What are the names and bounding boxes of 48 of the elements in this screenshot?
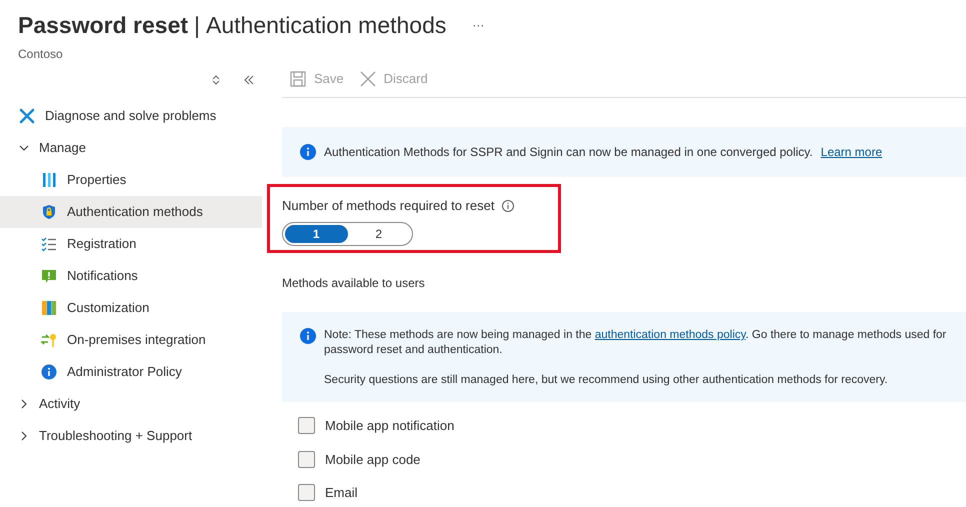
- sync-key-icon: [41, 332, 57, 348]
- sort-icon[interactable]: [212, 75, 220, 85]
- chevron-icon: [19, 431, 29, 441]
- info-icon: [41, 364, 57, 380]
- nav-item[interactable]: Administrator Policy: [0, 356, 262, 388]
- nav-group[interactable]: Manage: [0, 132, 262, 164]
- nav-item[interactable]: Customization: [0, 292, 262, 324]
- nav-item[interactable]: Diagnose and solve problems: [0, 100, 262, 132]
- nav-group[interactable]: Troubleshooting + Support: [0, 420, 262, 452]
- collapse-icon[interactable]: [244, 75, 254, 85]
- segment-option[interactable]: 1: [285, 224, 348, 242]
- page-subtitle: Authentication methods: [206, 11, 446, 40]
- title-separator: |: [194, 11, 200, 40]
- info-icon: [300, 144, 316, 160]
- field-label: Number of methods required to reset: [282, 197, 494, 215]
- checkbox[interactable]: [298, 417, 315, 434]
- nav-item[interactable]: Notifications: [0, 260, 262, 292]
- checkbox-label: Mobile app notification: [325, 417, 454, 435]
- checklist-icon: [41, 236, 57, 252]
- segment-option[interactable]: 2: [348, 224, 410, 242]
- shield-lock-icon: [41, 204, 57, 220]
- checkbox-label: Email: [325, 484, 358, 502]
- nav-group[interactable]: Activity: [0, 388, 262, 420]
- nav-item[interactable]: On-premises integration: [0, 324, 262, 356]
- nav-item[interactable]: Properties: [0, 164, 262, 196]
- learn-more-link[interactable]: Learn more: [820, 143, 882, 161]
- close-icon: [360, 70, 376, 86]
- policy-link[interactable]: authentication methods policy: [594, 329, 746, 341]
- info-icon: [300, 328, 316, 344]
- checkbox[interactable]: [298, 484, 315, 502]
- page-title: Password reset: [18, 11, 188, 40]
- info-outline-icon: [502, 200, 514, 212]
- notification-icon: [41, 268, 57, 284]
- note-text: Security questions are still managed here, but we recommend using other authentication methods for recovery.: [324, 373, 889, 388]
- nav-item[interactable]: Registration: [0, 228, 262, 260]
- columns-icon: [41, 300, 57, 316]
- bars-icon: [41, 172, 57, 188]
- note-text: Note: These methods are now being managed in the authentication methods policy. Go there to manage methods used for password reset and authentication.: [324, 328, 948, 358]
- chevron-icon: [19, 399, 29, 409]
- banner-text: Authentication Methods for SSPR and Signin can now be managed in one converged policy.: [324, 144, 813, 161]
- checkbox[interactable]: [298, 450, 315, 468]
- chevron-icon: [19, 143, 29, 153]
- section-heading: Methods available to users: [282, 275, 426, 292]
- checkbox-label: Mobile app code: [325, 450, 420, 469]
- org-name: Contoso: [18, 46, 64, 62]
- nav-item[interactable]: Authentication methods: [0, 196, 262, 228]
- more-button[interactable]: ···: [472, 16, 484, 34]
- save-icon: [290, 70, 306, 86]
